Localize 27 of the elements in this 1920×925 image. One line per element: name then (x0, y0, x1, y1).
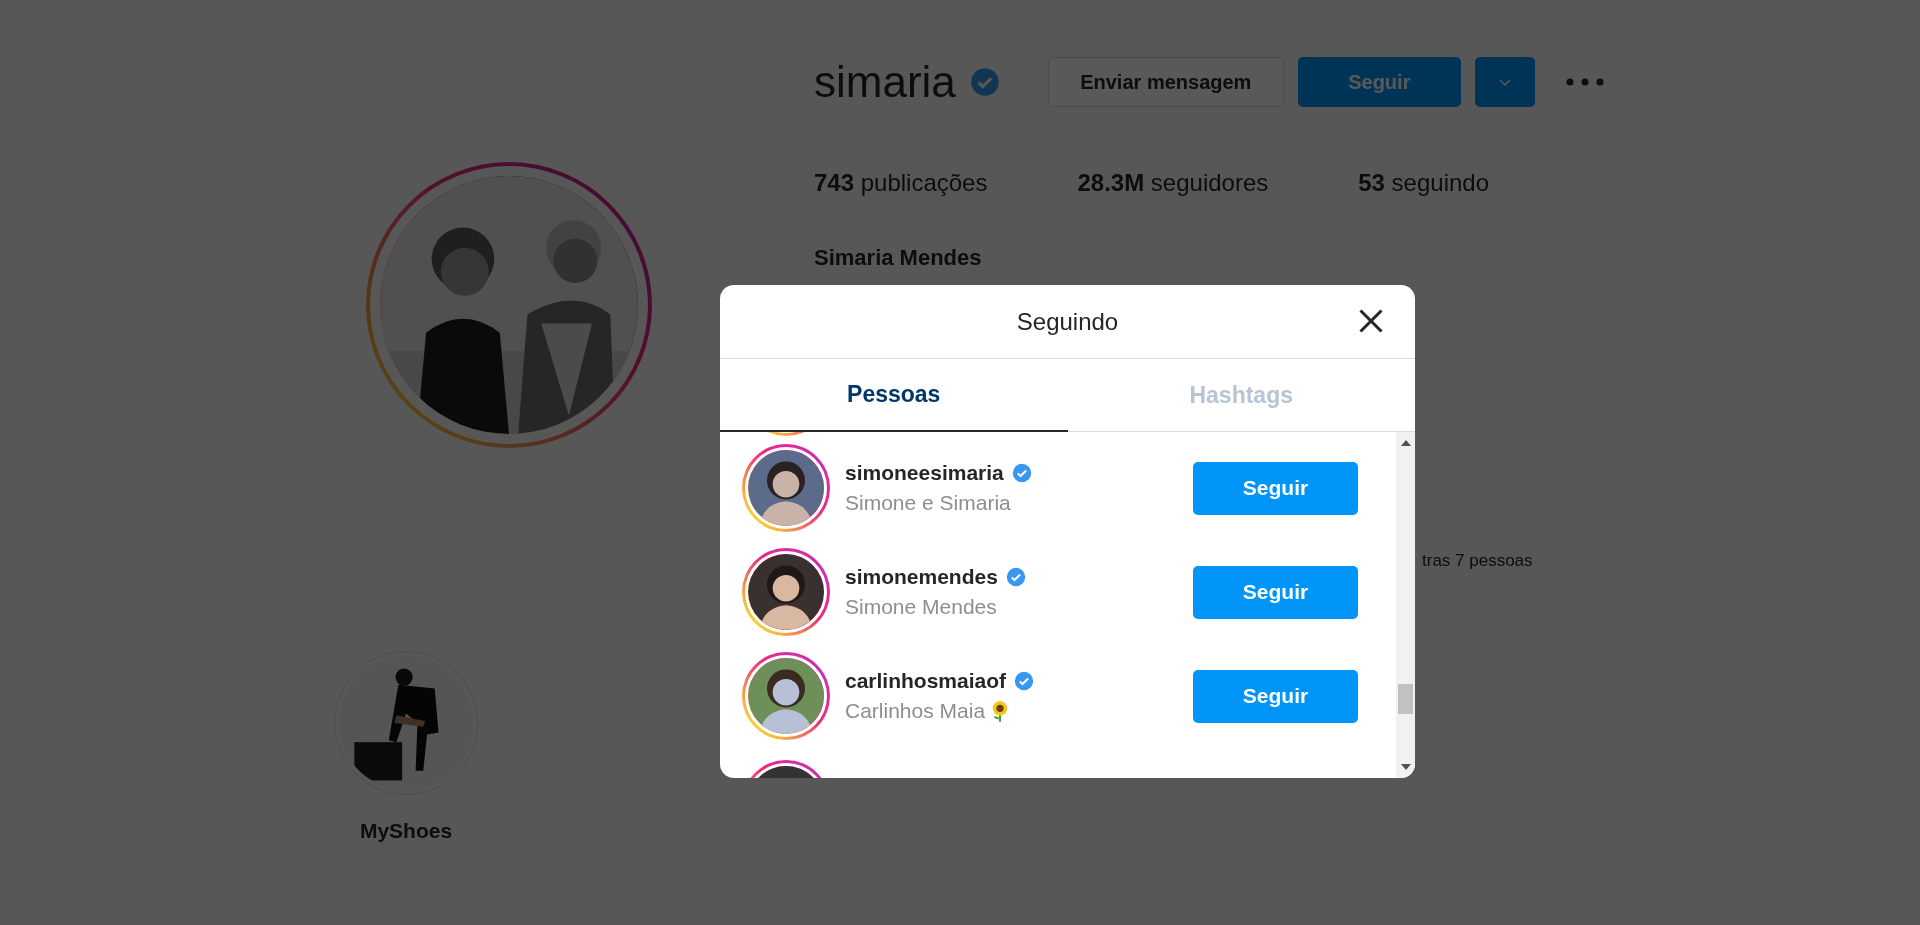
scrollbar-thumb[interactable] (1398, 684, 1413, 714)
scroll-down-icon[interactable] (1400, 764, 1411, 770)
account-username[interactable]: simonemendes (845, 565, 998, 589)
more-options-icon[interactable] (1564, 77, 1605, 87)
account-full-name: Simone e Simaria (845, 491, 1011, 515)
account-full-name: Carlinhos Maia (845, 699, 986, 723)
account-username[interactable]: carlinhosmaiaof (845, 669, 1007, 693)
dialog-title: Seguindo (1016, 307, 1119, 336)
dialog-tab[interactable]: Hashtags (1067, 359, 1415, 431)
close-icon[interactable] (1357, 307, 1385, 335)
follow-button[interactable]: Seguir (1193, 669, 1358, 723)
profile-username: simaria (814, 57, 956, 107)
message-button[interactable]: Enviar mensagem (1047, 57, 1284, 107)
follow-button[interactable]: Seguir (1193, 565, 1358, 619)
profile-stat[interactable]: 743 publicações (814, 169, 988, 197)
profile-stat[interactable]: 28.3M seguidores (1077, 169, 1269, 197)
highlight-label[interactable]: MyShoes (359, 819, 453, 843)
dialog-tab[interactable]: Pessoas (720, 359, 1068, 432)
account-full-name: Simone Mendes (845, 595, 997, 619)
sunflower-icon (991, 700, 1010, 722)
follow-button[interactable]: Seguir (1297, 57, 1461, 107)
follow-button[interactable]: Seguir (1193, 461, 1358, 515)
profile-full-name: Simaria Mendes (814, 245, 983, 271)
profile-stat[interactable]: 53 seguindo (1358, 169, 1490, 197)
scrollbar[interactable] (1396, 432, 1415, 778)
scroll-up-icon[interactable] (1400, 440, 1411, 446)
account-username[interactable]: simoneesimaria (845, 461, 1004, 485)
